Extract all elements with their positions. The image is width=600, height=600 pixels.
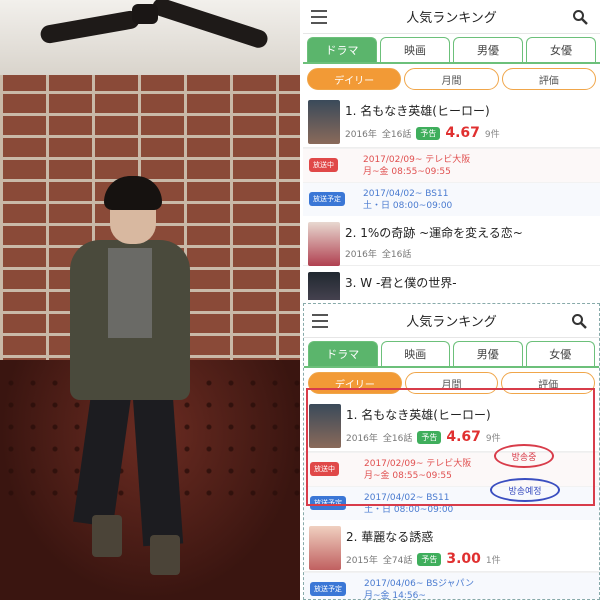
promo-photo xyxy=(0,0,300,600)
drama-year: 2016年 xyxy=(345,129,377,140)
drama-meta: 2016年 全16話 予告 4.67 9件 xyxy=(345,125,594,141)
drama-episodes: 全16話 xyxy=(381,250,412,260)
drama-year: 2015年 xyxy=(346,555,378,566)
drama-meta: 2015年 全74話 予告 3.00 1件 xyxy=(346,551,593,567)
category-tabs: ドラマ 映画 男優 女優 xyxy=(304,338,599,368)
tab-drama[interactable]: ドラマ xyxy=(307,37,377,62)
airing-badge: 放送中 xyxy=(309,158,338,172)
page-title: 人気ランキング xyxy=(406,11,497,26)
tab-drama[interactable]: ドラマ xyxy=(308,341,378,366)
broadcast-time: 月~金 08:55~09:55 xyxy=(363,167,451,177)
upcoming-badge: 放送予定 xyxy=(310,582,346,596)
review-count: 9件 xyxy=(484,129,500,140)
drama-episodes: 全74話 xyxy=(382,555,413,566)
person-boot-left xyxy=(92,515,122,557)
ceiling-fan-hub xyxy=(132,4,158,24)
tab-movie[interactable]: 映画 xyxy=(380,341,450,366)
ranking-item-2[interactable]: 2. 華麗なる誘惑 2015年 全74話 予告 3.00 1件 xyxy=(304,520,599,572)
drama-score: 4.67 xyxy=(445,125,480,141)
app-screenshot-top: 人気ランキング ドラマ 映画 男優 女優 デイリー 月間 評価 1. 名もなき英… xyxy=(303,0,600,300)
annotation-upcoming: 방송예정 xyxy=(490,478,560,502)
page-title: 人気ランキング xyxy=(406,315,497,330)
ranking-item-1[interactable]: 1. 名もなき英雄(ヒーロー) 2016年 全16話 予告 4.67 9件 xyxy=(303,94,600,148)
drama-title: 1. 名もなき英雄(ヒーロー) xyxy=(345,104,490,118)
tab-movie[interactable]: 映画 xyxy=(380,37,450,62)
category-tabs: ドラマ 映画 男優 女優 xyxy=(303,34,600,64)
search-icon[interactable] xyxy=(571,313,587,329)
app-header: 人気ランキング xyxy=(303,0,600,34)
preview-badge[interactable]: 予告 xyxy=(417,552,442,566)
tab-monthly[interactable]: 月間 xyxy=(404,68,499,90)
upcoming-badge: 放送予定 xyxy=(309,192,345,206)
ranking-item-2[interactable]: 2. 1%の奇跡 ~運命を変える恋~ 2016年 全16話 xyxy=(303,216,600,266)
tab-daily[interactable]: デイリー xyxy=(307,68,402,90)
review-count: 1件 xyxy=(485,555,501,566)
broadcast-slot-airing[interactable]: 放送中 2017/02/09~ テレビ大阪 月~金 08:55~09:55 xyxy=(303,148,600,182)
menu-icon[interactable] xyxy=(312,314,328,328)
drama-episodes: 全16話 xyxy=(381,129,412,140)
ranking-item-3[interactable]: 3. W -君と僕の世界- xyxy=(303,266,600,300)
drama-poster-thumbnail xyxy=(308,222,340,266)
broadcast-time: 土・日 08:00~09:00 xyxy=(363,201,453,211)
drama-title: 2. 華麗なる誘惑 xyxy=(346,530,434,544)
drama-title: 2. 1%の奇跡 ~運命を変える恋~ xyxy=(345,226,523,240)
search-icon[interactable] xyxy=(572,9,588,25)
app-header: 人気ランキング xyxy=(304,304,599,338)
tab-actress[interactable]: 女優 xyxy=(525,341,595,366)
tab-rating[interactable]: 評価 xyxy=(501,68,596,90)
drama-poster-thumbnail xyxy=(308,100,340,144)
drama-poster-thumbnail xyxy=(309,526,341,570)
tab-actor[interactable]: 男優 xyxy=(453,341,523,366)
drama-title: 3. W -君と僕の世界- xyxy=(345,276,457,290)
drama-poster-thumbnail xyxy=(308,272,340,300)
broadcast-slot-upcoming[interactable]: 放送予定 2017/04/06~ BSジャパン 月~金 14:56~ xyxy=(304,572,599,600)
menu-icon[interactable] xyxy=(311,10,327,24)
preview-badge[interactable]: 予告 xyxy=(416,126,441,140)
broadcast-start: 2017/02/09~ テレビ大阪 xyxy=(363,155,471,165)
broadcast-start: 2017/04/06~ BSジャパン xyxy=(364,579,475,589)
drama-meta: 2016年 全16話 xyxy=(345,247,594,260)
broadcast-time: 月~金 14:56~ xyxy=(364,591,426,600)
broadcast-start: 2017/04/02~ BS11 xyxy=(363,189,449,199)
period-tabs: デイリー 月間 評価 xyxy=(303,64,600,94)
tab-actress[interactable]: 女優 xyxy=(526,37,596,62)
broadcast-slot-upcoming[interactable]: 放送予定 2017/04/02~ BS11 土・日 08:00~09:00 xyxy=(303,182,600,216)
person-shirt xyxy=(108,248,152,338)
annotation-airing: 방송중 xyxy=(494,444,554,468)
drama-year: 2016年 xyxy=(345,250,377,260)
app-screenshot-bottom: 人気ランキング ドラマ 映画 男優 女優 デイリー 月間 評価 1. 名もなき英… xyxy=(303,303,600,600)
person-boot-right xyxy=(150,535,180,575)
tab-actor[interactable]: 男優 xyxy=(453,37,523,62)
drama-score: 3.00 xyxy=(446,551,481,567)
